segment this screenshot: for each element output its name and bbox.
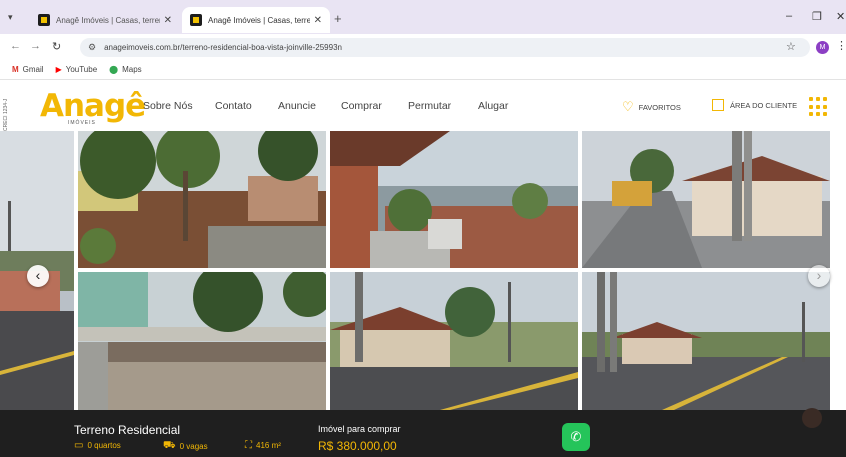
bookmark-gmail[interactable]: M Gmail: [12, 65, 44, 74]
bookmark-star-icon[interactable]: ☆: [786, 40, 796, 53]
listing-title: Terreno Residencial: [74, 423, 181, 437]
bookmark-youtube[interactable]: ▶ YouTube: [56, 65, 98, 74]
price-value: R$ 380.000,00: [318, 439, 397, 453]
gallery-photo[interactable]: [330, 272, 578, 410]
price-label: Imóvel para comprar: [318, 424, 401, 434]
gallery-prev-button[interactable]: ‹: [27, 265, 49, 287]
side-tag: CRECI 1234-J: [3, 98, 9, 131]
bookmark-maps[interactable]: ⬤ Maps: [109, 65, 142, 74]
nav-comprar[interactable]: Comprar: [341, 100, 382, 112]
logo-text: Anagê: [40, 88, 146, 124]
bookmark-label: Gmail: [22, 65, 44, 74]
gallery-photo[interactable]: [330, 131, 578, 268]
tab-title: Anagê Imóveis | Casas, terreno: [56, 15, 160, 25]
feature-label: 416 m²: [256, 441, 281, 450]
profile-avatar[interactable]: M: [816, 41, 829, 54]
bookmarks-bar: M Gmail ▶ YouTube ⬤ Maps: [0, 60, 846, 80]
gmail-icon: M: [12, 65, 19, 74]
heart-icon: ♡: [622, 99, 634, 114]
url-text: anageimoveis.com.br/terreno-residencial-…: [104, 43, 342, 52]
bookmark-label: Maps: [122, 65, 142, 74]
reload-icon[interactable]: ↻: [52, 40, 61, 53]
nav-permutar[interactable]: Permutar: [408, 100, 451, 112]
nav-alugar[interactable]: Alugar: [478, 100, 508, 112]
nav-anuncie[interactable]: Anuncie: [278, 100, 316, 112]
tab-search-icon[interactable]: ▾: [8, 12, 22, 24]
nav-sobre-nos[interactable]: Sobre Nós: [143, 100, 193, 112]
gallery-next-button[interactable]: ›: [808, 265, 830, 287]
bed-icon: ▭: [74, 440, 84, 451]
logo-subtitle: IMÓVEIS: [68, 120, 96, 126]
browser-tab-active[interactable]: Anagê Imóveis | Casas, terreno ✕: [182, 7, 330, 33]
client-area-link[interactable]: ÁREA DO CLIENTE: [712, 99, 797, 111]
gallery-photo[interactable]: [78, 131, 326, 268]
url-input[interactable]: ⚙ anageimoveis.com.br/terreno-residencia…: [80, 38, 810, 57]
apps-grid-icon[interactable]: [809, 97, 829, 117]
site-logo[interactable]: Anagê IMÓVEIS: [40, 88, 146, 128]
new-tab-icon[interactable]: +: [334, 11, 342, 26]
close-icon[interactable]: ✕: [164, 15, 172, 26]
window-close-icon[interactable]: ✕: [836, 10, 845, 23]
browser-menu-icon[interactable]: ⋮: [836, 39, 846, 52]
browser-tab[interactable]: Anagê Imóveis | Casas, terreno ✕: [30, 7, 180, 33]
login-icon: [712, 99, 724, 111]
address-bar-row: ← → ↻ ⚙ anageimoveis.com.br/terreno-resi…: [0, 34, 846, 60]
feature-label: 0 quartos: [87, 441, 121, 450]
bookmark-label: YouTube: [65, 65, 98, 74]
gallery-photo[interactable]: [582, 272, 830, 410]
gallery-photo[interactable]: [582, 131, 830, 268]
restore-icon[interactable]: ❐: [812, 10, 822, 23]
close-icon[interactable]: ✕: [314, 15, 322, 26]
area-icon: ⛶: [245, 440, 252, 451]
chat-avatar[interactable]: [802, 408, 822, 428]
favorites-link[interactable]: ♡ FAVORITOS: [622, 99, 681, 115]
feature-label: 0 vagas: [179, 442, 208, 451]
site-favicon-icon: [190, 14, 202, 26]
youtube-icon: ▶: [55, 65, 62, 74]
gallery-photo[interactable]: [78, 272, 326, 410]
site-favicon-icon: [38, 14, 50, 26]
feature-parking: ⛟ 0 vagas: [163, 440, 208, 453]
tab-title: Anagê Imóveis | Casas, terreno: [208, 15, 310, 25]
site-info-icon[interactable]: ⚙: [88, 42, 96, 53]
back-icon[interactable]: ←: [10, 40, 21, 52]
nav-contato[interactable]: Contato: [215, 100, 252, 112]
minimize-icon[interactable]: –: [786, 10, 792, 22]
browser-tab-bar: ▾ Anagê Imóveis | Casas, terreno ✕ Anagê…: [0, 0, 846, 34]
photo-gallery: ‹ ›: [0, 131, 846, 410]
client-area-label: ÁREA DO CLIENTE: [730, 100, 798, 110]
maps-icon: ⬤: [109, 65, 119, 74]
feature-area: ⛶ 416 m²: [245, 440, 281, 451]
forward-icon[interactable]: →: [30, 40, 41, 52]
whatsapp-button[interactable]: ✆: [562, 423, 590, 451]
car-icon: ⛟: [163, 440, 176, 451]
feature-bedrooms: ▭ 0 quartos: [74, 440, 121, 451]
favorites-label: FAVORITOS: [638, 102, 681, 112]
